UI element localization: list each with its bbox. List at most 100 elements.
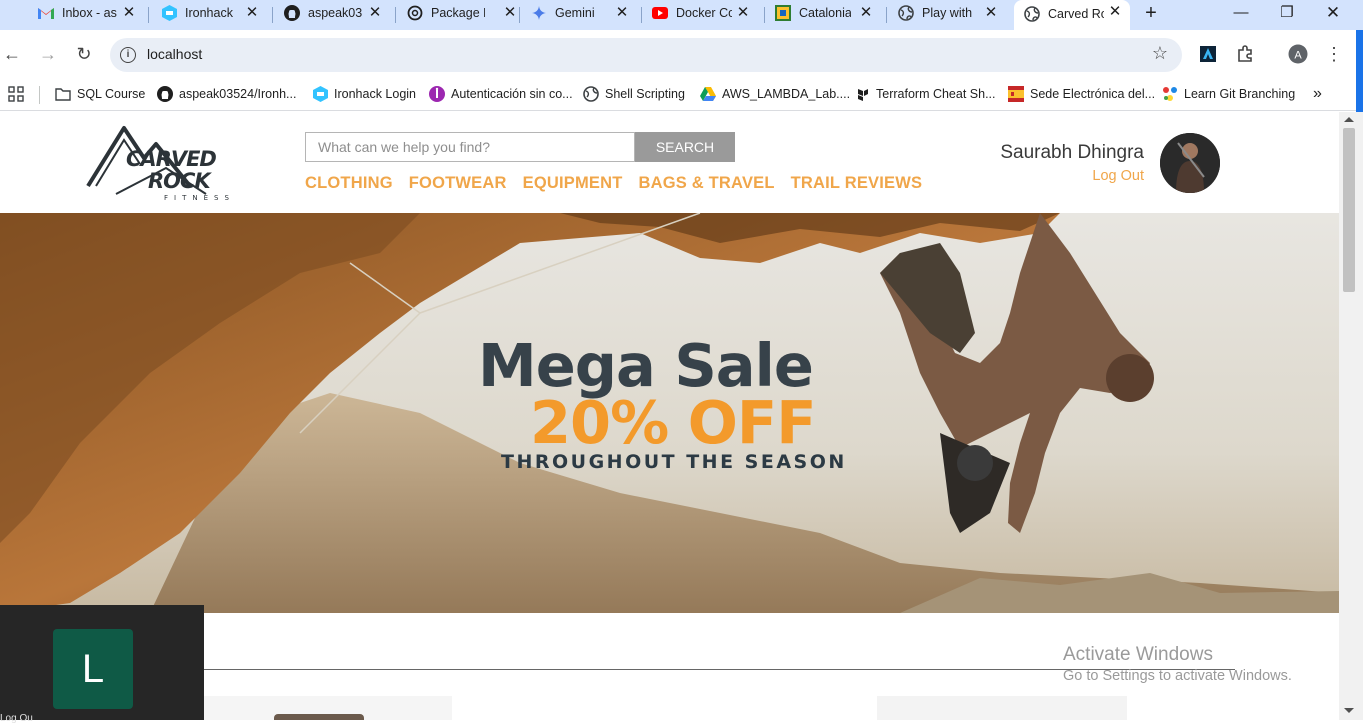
main-nav: CLOTHING FOOTWEAR EQUIPMENT BAGS & TRAVE…: [305, 174, 922, 193]
bookmark-label: Learn Git Branching: [1184, 87, 1296, 101]
nav-clothing[interactable]: CLOTHING: [305, 174, 393, 193]
tab-github[interactable]: aspeak03 ✕: [284, 2, 384, 24]
close-icon[interactable]: ✕: [243, 4, 261, 22]
bookmark-label: AWS_LAMBDA_Lab....: [722, 87, 851, 101]
nav-bags-travel[interactable]: BAGS & TRAVEL: [639, 174, 775, 193]
apps-grid-icon[interactable]: [8, 84, 24, 104]
github-icon: [284, 5, 300, 21]
globe-icon: [898, 5, 914, 21]
tab-catalonia[interactable]: Catalonia ✕: [775, 2, 875, 24]
close-icon[interactable]: ✕: [501, 4, 519, 22]
svg-text:ROCK: ROCK: [148, 169, 212, 193]
bookmark-sede-electronica[interactable]: Sede Electrónica del...: [1008, 84, 1155, 104]
close-icon[interactable]: ✕: [613, 4, 631, 22]
bookmark-learn-git[interactable]: Learn Git Branching: [1162, 84, 1295, 104]
site-info-icon[interactable]: i: [120, 47, 136, 63]
nav-footwear[interactable]: FOOTWEAR: [409, 174, 507, 193]
chatgpt-icon: [407, 5, 423, 21]
tab-separator: [395, 7, 396, 23]
tab-separator: [148, 7, 149, 23]
spain-icon: [1008, 86, 1024, 102]
windows-activation-subtitle: Go to Settings to activate Windows.: [1063, 668, 1292, 684]
svg-text:CARVED: CARVED: [126, 147, 216, 171]
nav-trail-reviews[interactable]: TRAIL REVIEWS: [791, 174, 923, 193]
bookmark-github[interactable]: aspeak03524/Ironh...: [157, 84, 296, 104]
tab-chatgpt[interactable]: Package M ✕: [407, 2, 519, 24]
new-tab-button[interactable]: +: [1141, 3, 1161, 23]
bookmark-aws-lambda[interactable]: AWS_LAMBDA_Lab....: [700, 84, 850, 104]
bookmark-sql-course[interactable]: SQL Course: [55, 84, 145, 104]
scrollbar-thumb[interactable]: [1343, 128, 1355, 292]
tab-separator: [272, 7, 273, 23]
bookmark-terraform[interactable]: Terraform Cheat Sh...: [854, 84, 996, 104]
bookmark-ironhack-login[interactable]: Ironhack Login: [312, 84, 416, 104]
svg-text:FITNESS: FITNESS: [164, 194, 235, 202]
search-input[interactable]: [305, 132, 635, 162]
tab-title: aspeak03: [308, 6, 363, 20]
user-avatar[interactable]: [1160, 133, 1220, 193]
scroll-down-icon[interactable]: [1344, 708, 1354, 713]
tab-separator: [641, 7, 642, 23]
app-tile[interactable]: L: [53, 629, 133, 709]
close-icon[interactable]: ✕: [120, 4, 138, 22]
tab-title: Inbox - as: [62, 6, 117, 20]
reload-icon[interactable]: ↻: [72, 42, 96, 66]
minimize-icon[interactable]: —: [1229, 2, 1253, 24]
bookmark-star-icon[interactable]: ☆: [1152, 43, 1168, 64]
bookmark-label: Autenticación sin co...: [451, 87, 573, 101]
close-icon[interactable]: ✕: [982, 4, 1000, 22]
logout-link[interactable]: Log Out: [1092, 168, 1144, 184]
address-bar[interactable]: i localhost ☆: [110, 38, 1182, 72]
gmail-icon: [38, 5, 54, 21]
product-thumbnail[interactable]: [877, 696, 1127, 720]
back-arrow-icon[interactable]: ←: [0, 42, 24, 66]
close-window-icon[interactable]: ✕: [1321, 2, 1345, 24]
taskbar-preview-popup[interactable]: L Log Ou: [0, 605, 204, 724]
tab-inbox[interactable]: Inbox - as ✕: [38, 2, 138, 24]
github-icon: [157, 86, 173, 102]
hero-banner: Mega Sale 20% OFF THROUGHOUT THE SEASON: [0, 213, 1339, 613]
extension-a-icon[interactable]: [1198, 44, 1218, 64]
nav-equipment[interactable]: EQUIPMENT: [523, 174, 623, 193]
tab-separator: [519, 7, 520, 23]
bookmark-shell-scripting[interactable]: Shell Scripting: [583, 84, 685, 104]
tab-ironhack[interactable]: Ironhack ✕: [161, 2, 261, 24]
tab-docker[interactable]: Docker Co ✕: [652, 2, 752, 24]
bookmark-label: Ironhack Login: [334, 87, 417, 101]
catalonia-icon: [775, 5, 791, 21]
close-icon[interactable]: ✕: [734, 4, 752, 22]
extensions-puzzle-icon[interactable]: [1235, 44, 1255, 64]
page-scrollbar[interactable]: [1339, 112, 1363, 720]
close-icon[interactable]: ✕: [1106, 3, 1124, 21]
tab-gemini[interactable]: Gemini ✕: [531, 2, 631, 24]
bookmarks-bar: SQL Course aspeak03524/Ironh... Ironhack…: [0, 78, 1363, 111]
bookmark-autenticacion[interactable]: Autenticación sin co...: [429, 84, 573, 104]
tab-carved-rock[interactable]: Carved Ro ✕: [1014, 0, 1130, 30]
scroll-up-icon[interactable]: [1344, 117, 1354, 122]
forward-arrow-icon[interactable]: →: [36, 42, 60, 66]
popup-label: Log Ou: [0, 713, 33, 724]
gemini-icon: [531, 5, 547, 21]
auth-icon: [429, 86, 445, 102]
restore-icon[interactable]: ❐: [1275, 2, 1299, 24]
globe-icon: [583, 86, 599, 102]
address-url[interactable]: localhost: [147, 46, 202, 62]
tab-title: Package M: [431, 6, 485, 20]
bookmarks-overflow-icon[interactable]: »: [1313, 84, 1322, 104]
browser-toolbar: ← → ↻ i localhost ☆ A ⋮: [0, 30, 1363, 78]
tab-play-with[interactable]: Play with ✕: [898, 2, 1000, 24]
tab-title: Docker Co: [676, 6, 732, 20]
menu-kebab-icon[interactable]: ⋮: [1324, 44, 1344, 64]
profile-avatar-icon[interactable]: A: [1288, 44, 1308, 64]
bookmark-label: Terraform Cheat Sh...: [876, 87, 996, 101]
tab-title: Carved Ro: [1048, 6, 1104, 21]
bookmark-label: aspeak03524/Ironh...: [179, 87, 297, 101]
carved-rock-logo[interactable]: CARVED ROCK FITNESS: [86, 124, 248, 204]
product-thumbnail[interactable]: [204, 696, 452, 720]
close-icon[interactable]: ✕: [857, 4, 875, 22]
search-button[interactable]: SEARCH: [635, 132, 735, 162]
close-icon[interactable]: ✕: [366, 4, 384, 22]
bookmark-label: Sede Electrónica del...: [1030, 87, 1156, 101]
ironhack-icon: [312, 86, 328, 102]
folder-icon: [55, 86, 71, 102]
